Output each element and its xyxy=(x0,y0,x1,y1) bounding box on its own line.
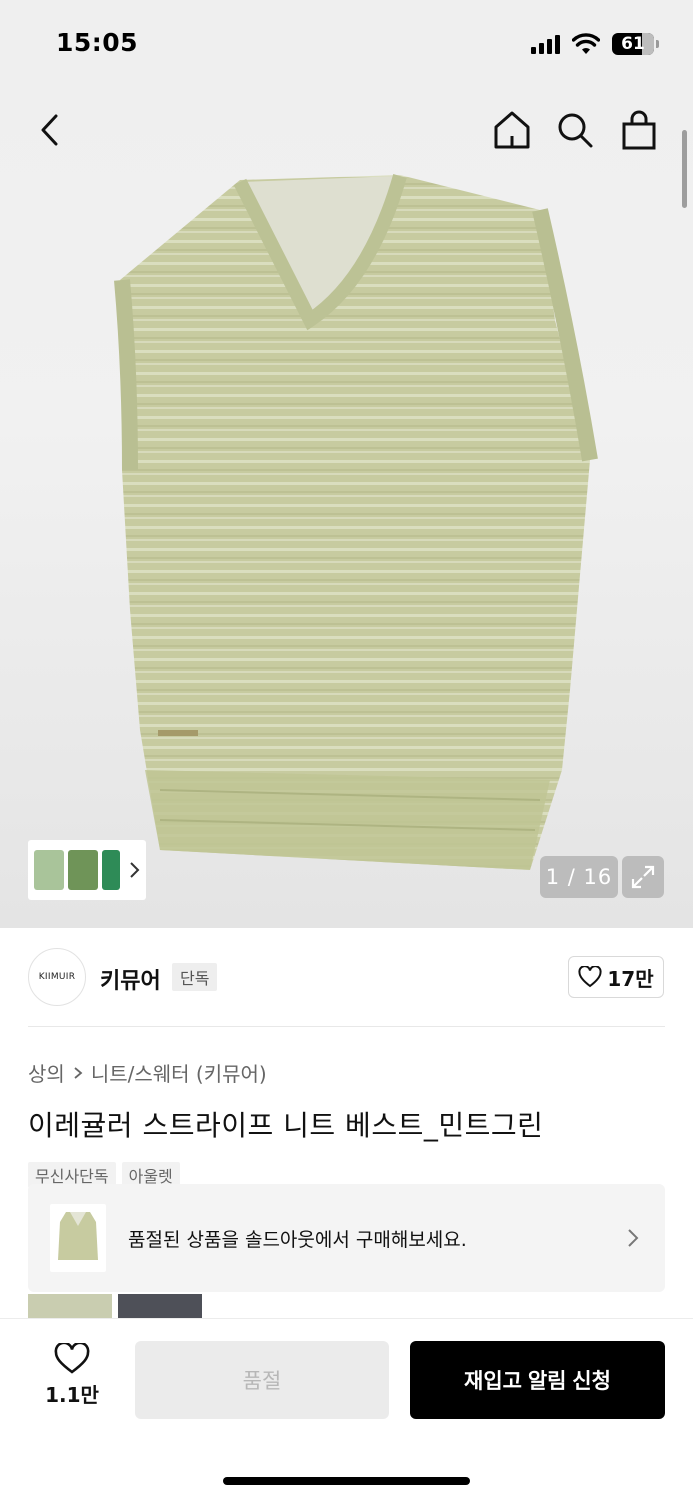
brand-name[interactable]: 키뮤어 xyxy=(100,963,161,995)
breadcrumb-category[interactable]: 상의 xyxy=(28,1058,65,1087)
wifi-icon xyxy=(572,33,600,54)
back-chevron-icon xyxy=(41,114,58,146)
heart-icon xyxy=(54,1343,90,1374)
brand-row: KIIMUIR 키뮤어 단독 17만 xyxy=(0,928,693,1028)
image-pager: 1 / 16 xyxy=(540,856,618,898)
battery-tip xyxy=(656,40,659,48)
thumbnail-emerald[interactable] xyxy=(102,850,120,890)
brand-logo[interactable]: KIIMUIR xyxy=(28,948,86,1006)
product-image-vest xyxy=(114,174,598,870)
related-product-peek[interactable] xyxy=(118,1294,202,1320)
home-indicator[interactable] xyxy=(223,1477,470,1485)
top-nav xyxy=(0,90,693,174)
cellular-signal-icon xyxy=(531,34,560,54)
breadcrumb-subcategory[interactable]: 니트/스웨터 (키뮤어) xyxy=(91,1058,267,1087)
color-options-thumbnails[interactable] xyxy=(28,840,146,900)
expand-button[interactable] xyxy=(622,856,664,898)
soldout-button: 품절 xyxy=(135,1341,389,1419)
chevron-right-icon xyxy=(628,1229,639,1247)
brand-like-button[interactable]: 17만 xyxy=(568,956,664,998)
wishlist-count: 1.1만 xyxy=(45,1383,99,1407)
brand-like-count: 17만 xyxy=(607,966,654,991)
shopping-bag-icon xyxy=(622,110,656,150)
chevron-right-icon xyxy=(130,862,140,878)
soldout-banner-text: 품절된 상품을 솔드아웃에서 구매해보세요. xyxy=(128,1228,467,1251)
product-image-gallery[interactable]: 1 / 16 xyxy=(0,90,693,928)
banner-product-thumbnail xyxy=(50,1204,106,1272)
thumbnail-mint[interactable] xyxy=(34,850,64,890)
restock-alert-button[interactable]: 재입고 알림 신청 xyxy=(410,1341,665,1419)
related-product-peek[interactable] xyxy=(28,1294,112,1320)
page-scrollbar[interactable] xyxy=(682,130,687,208)
back-button[interactable] xyxy=(28,108,72,152)
battery-icon: 61 xyxy=(612,33,654,55)
soldout-marketplace-banner[interactable]: 품절된 상품을 솔드아웃에서 구매해보세요. xyxy=(28,1184,665,1292)
wishlist-button[interactable]: 1.1만 xyxy=(30,1343,114,1408)
home-icon xyxy=(494,111,530,149)
battery-level: 61 xyxy=(621,34,645,54)
cart-button[interactable] xyxy=(617,108,661,152)
breadcrumb: 상의 니트/스웨터 (키뮤어) xyxy=(28,1058,267,1087)
divider xyxy=(28,1026,665,1027)
search-icon xyxy=(558,113,593,148)
heart-icon xyxy=(578,966,602,988)
status-icons: 61 xyxy=(531,31,659,57)
status-bar: 15:05 61 xyxy=(0,0,693,90)
status-time: 15:05 xyxy=(56,28,139,57)
chevron-right-icon xyxy=(74,1066,83,1079)
search-button[interactable] xyxy=(553,108,597,152)
exclusive-badge: 단독 xyxy=(172,963,218,991)
expand-icon xyxy=(631,865,655,889)
bottom-action-bar: 1.1만 품절 재입고 알림 신청 xyxy=(0,1318,693,1500)
thumbnail-green[interactable] xyxy=(68,850,98,890)
product-title: 이레귤러 스트라이프 니트 베스트_민트그린 xyxy=(28,1109,544,1142)
home-button[interactable] xyxy=(490,108,534,152)
vest-thumbnail-image xyxy=(58,1212,98,1260)
